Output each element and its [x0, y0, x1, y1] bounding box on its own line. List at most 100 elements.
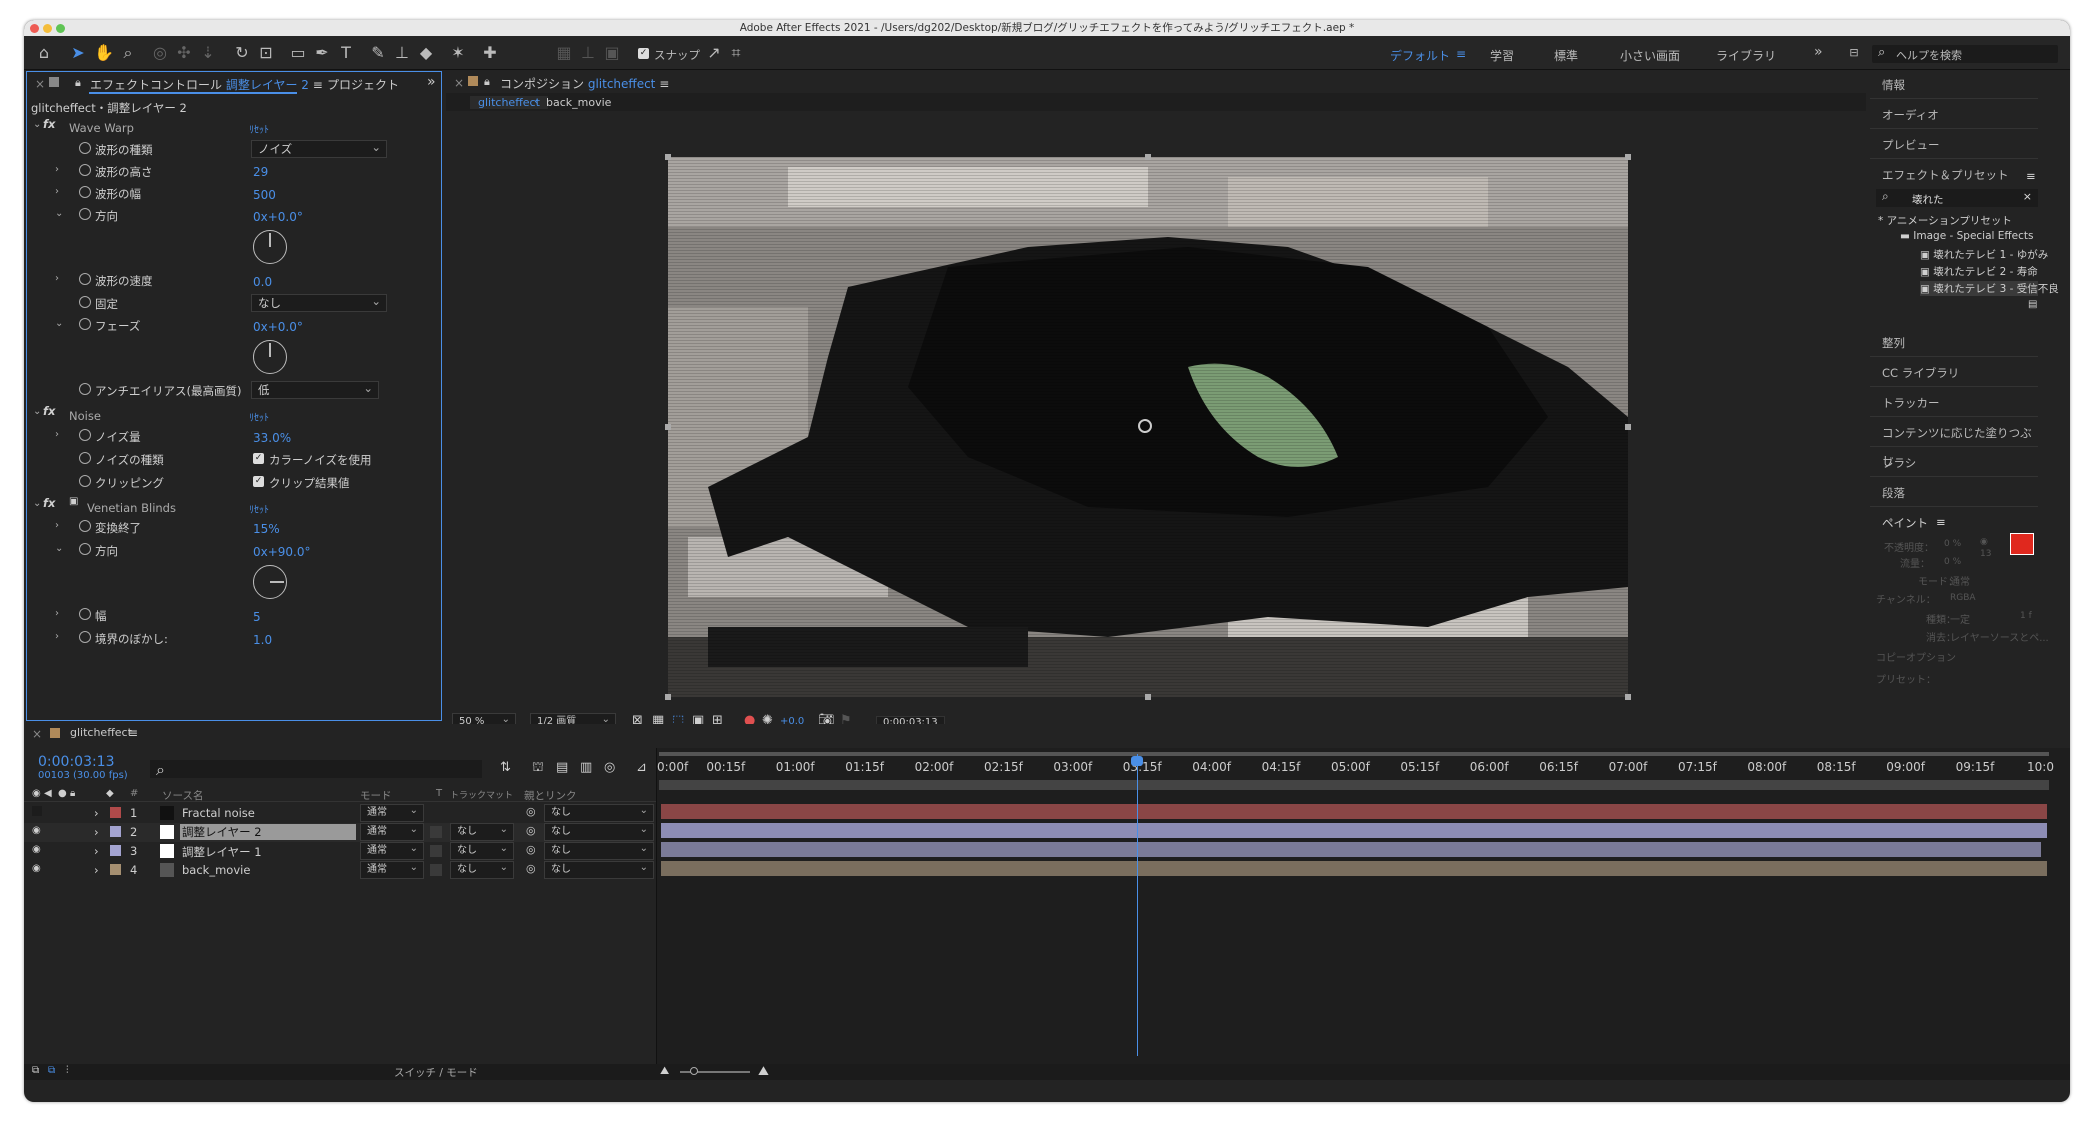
lock-icon[interactable]: 🔒︎ [75, 76, 81, 90]
workspace-libraries[interactable]: ライブラリ [1716, 47, 1776, 64]
motion-blur-icon[interactable]: ◎ [604, 760, 615, 775]
layer-name[interactable]: back_movie [182, 863, 250, 877]
stopwatch-icon[interactable] [79, 429, 91, 441]
composition-tab[interactable]: コンポジション glitcheffect ≡ [500, 75, 669, 92]
tree-preset-3[interactable]: ▣ 壊れたテレビ 3 - 受信不良 [1920, 281, 2059, 296]
expand-arrow[interactable]: ⌄ [33, 119, 41, 130]
prop-value[interactable]: 0x+0.0° [253, 210, 303, 224]
fx-icon[interactable]: fx [43, 496, 55, 510]
rotation-tool-icon[interactable]: ↻ [232, 43, 252, 63]
clip-checkbox[interactable]: ✓ [253, 476, 264, 487]
zoom-in-icon[interactable]: ⛰ [758, 1064, 769, 1079]
expand-arrow[interactable]: › [94, 806, 99, 820]
stopwatch-icon[interactable] [79, 164, 91, 176]
expand-arrow[interactable]: › [55, 520, 59, 531]
layer-mode-dropdown[interactable]: 通常 [360, 841, 424, 860]
expand-arrow[interactable]: › [55, 164, 59, 175]
color-noise-checkbox[interactable]: ✓ [253, 453, 264, 464]
track-matte-dropdown[interactable]: なし [450, 841, 514, 860]
reset-link[interactable]: ﾘｾｯﾄ [249, 121, 269, 136]
expand-arrow[interactable]: ⌄ [55, 543, 63, 554]
eye-icon[interactable]: ◉ [32, 844, 41, 855]
snap-grid-icon[interactable]: ⌗ [726, 43, 746, 63]
tree-image-special-effects[interactable]: ▬ Image - Special Effects [1900, 230, 2033, 242]
panel-menu-icon[interactable]: ≡ [128, 726, 138, 740]
playhead-handle[interactable] [1131, 756, 1143, 766]
label-color[interactable] [110, 807, 121, 818]
layer-search-field[interactable]: ⌕ [150, 760, 482, 779]
prop-value[interactable]: 5 [253, 610, 261, 624]
layer-name[interactable]: Fractal noise [182, 806, 255, 820]
view-axis-icon[interactable]: ▣ [602, 43, 622, 63]
content-aware-fill-panel[interactable]: コンテンツに応じた塗りつぶし [1870, 419, 2038, 468]
zoom-out-icon[interactable]: ⛰ [660, 1064, 669, 1078]
expand-arrow[interactable]: ⌄ [33, 406, 41, 417]
pick-whip-icon[interactable]: ◎ [526, 843, 536, 856]
transform-handle[interactable] [665, 424, 671, 430]
expand-arrow[interactable]: › [55, 186, 59, 197]
track-matte-dropdown[interactable]: なし [450, 822, 514, 841]
fx-icon[interactable]: fx [43, 117, 55, 131]
eye-icon[interactable]: ◉ [32, 863, 41, 874]
close-panel-icon[interactable]: × [454, 76, 464, 90]
label-color[interactable] [110, 826, 121, 837]
eye-icon[interactable]: ◉ [32, 825, 41, 836]
more-workspaces-icon[interactable]: » [1814, 44, 1823, 60]
prop-value[interactable]: 500 [253, 188, 276, 202]
orbit-camera-icon[interactable]: ◎ [150, 43, 170, 63]
transform-handle[interactable] [665, 694, 671, 700]
layer-bar[interactable] [661, 861, 2047, 876]
puppet-pin-icon[interactable]: ✚ [480, 43, 500, 63]
graph-editor-icon[interactable]: ⊿ [636, 760, 647, 775]
in-out-icon[interactable]: ⫶ [66, 1065, 69, 1076]
transform-handle[interactable] [1625, 694, 1631, 700]
visibility-toggle[interactable] [32, 806, 42, 816]
minimize-window-button[interactable] [43, 24, 52, 33]
panel-more-icon[interactable]: » [427, 74, 436, 90]
transform-handle[interactable] [1145, 694, 1151, 700]
paragraph-panel[interactable]: 段落 [1870, 479, 2038, 507]
panel-menu-icon[interactable]: ≡ [1936, 515, 1946, 529]
effects-search-field[interactable]: ⌕ 壊れた × [1876, 189, 2038, 207]
workspace-menu-icon[interactable]: ≡ [1456, 47, 1466, 61]
parent-dropdown[interactable]: なし [544, 860, 654, 879]
transform-handle[interactable] [1625, 154, 1631, 160]
expand-arrow[interactable]: › [55, 429, 59, 440]
stopwatch-icon[interactable] [79, 543, 91, 555]
subtab-back-movie[interactable]: back_movie [546, 96, 611, 109]
preserve-transparency-toggle[interactable] [430, 826, 442, 838]
paint-value[interactable]: レイヤーソースとペ... [1950, 629, 2049, 644]
help-search-box[interactable]: ⌕ ヘルプを検索 [1872, 45, 2058, 63]
layer-bar[interactable] [661, 842, 2041, 857]
layer-bar[interactable] [661, 804, 2047, 819]
workspace-standard[interactable]: 標準 [1554, 47, 1578, 64]
panel-menu-icon[interactable]: ≡ [2026, 169, 2036, 183]
transform-handle[interactable] [1145, 154, 1151, 160]
share-icon[interactable]: ⊟ [1844, 43, 1864, 63]
phase-dial[interactable] [253, 340, 287, 374]
stopwatch-icon[interactable] [79, 296, 91, 308]
pen-tool-icon[interactable]: ✒ [312, 43, 332, 63]
align-icon[interactable]: ▦ [554, 43, 574, 63]
info-panel[interactable]: 情報 [1870, 71, 2038, 99]
cc-libraries-panel[interactable]: CC ライブラリ [1870, 359, 2038, 387]
pinning-dropdown[interactable]: なし [251, 293, 387, 312]
preserve-transparency-toggle[interactable] [430, 845, 442, 857]
stopwatch-icon[interactable] [79, 608, 91, 620]
comp-viewer-image[interactable] [668, 157, 1628, 697]
layer-mode-dropdown[interactable]: 通常 [360, 860, 424, 879]
type-tool-icon[interactable]: T [336, 43, 356, 63]
close-panel-icon[interactable]: × [32, 727, 42, 741]
col-source-name[interactable]: ソース名 [162, 788, 203, 803]
antialias-dropdown[interactable]: 低 [251, 380, 379, 399]
paint-value[interactable]: RGBA [1950, 593, 1976, 603]
expand-arrow[interactable]: › [94, 863, 99, 877]
zoom-tool-icon[interactable]: ⌕ [118, 43, 138, 63]
paint-value[interactable]: 一定 [1950, 611, 1970, 626]
expand-arrow[interactable]: › [55, 631, 59, 642]
playhead[interactable] [1137, 754, 1138, 1056]
layer-mode-dropdown[interactable]: 通常 [360, 822, 424, 841]
layer-row[interactable]: ◉ › 4 back_movie 通常 なし ◎ なし [24, 860, 654, 880]
parent-dropdown[interactable]: なし [544, 822, 654, 841]
layer-row[interactable]: ◉ › 2 調整レイヤー 2 通常 なし ◎ なし [24, 822, 654, 842]
